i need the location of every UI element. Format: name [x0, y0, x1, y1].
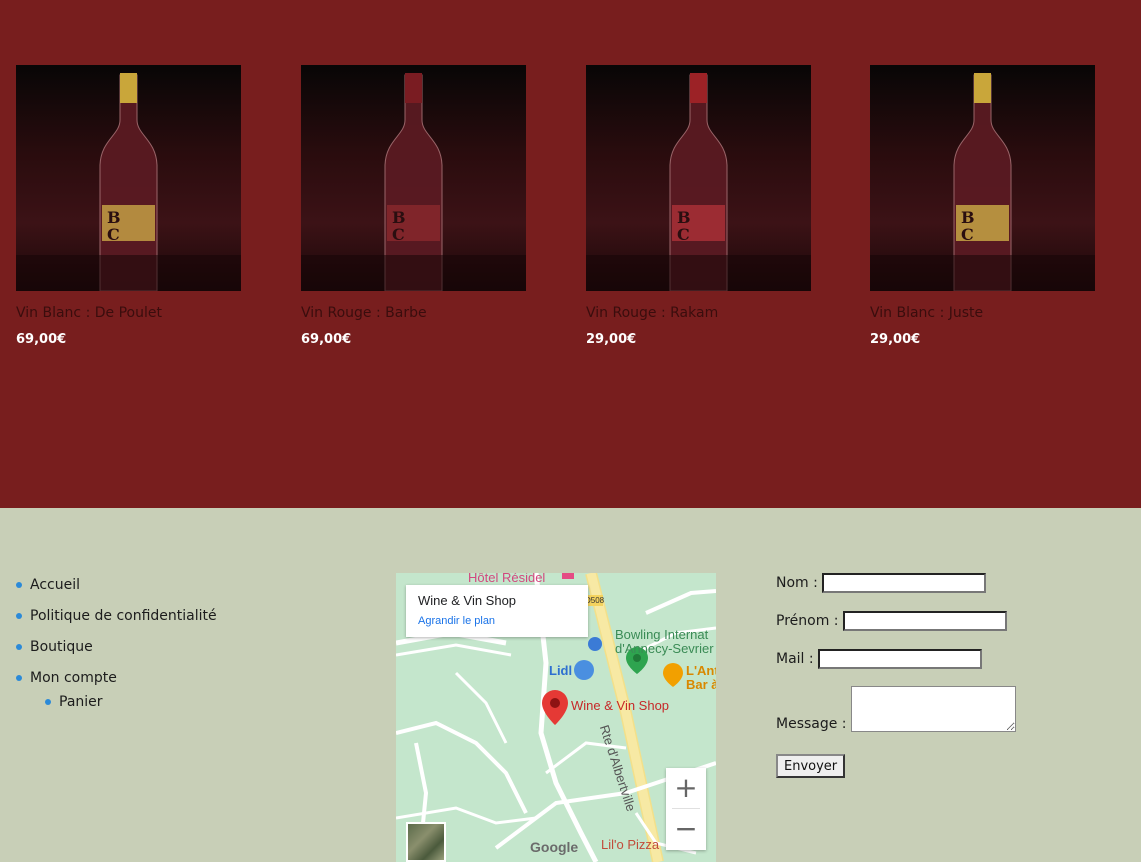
map-label-bowling-1: Bowling Internat — [615, 627, 709, 642]
map-label-bar-1: L'Ant — [686, 663, 716, 678]
map-label-pizza: Lil'o Pizza — [601, 837, 660, 852]
bottle-shadow — [301, 255, 526, 291]
product-card[interactable]: BC Vin Rouge : Barbe 69,00€ — [301, 65, 526, 347]
nav-item-mon-compte: Mon compte Panier — [16, 668, 217, 712]
enlarge-map-link[interactable]: Agrandir le plan — [418, 615, 495, 627]
map-zoom-controls: + − — [666, 768, 706, 850]
map-card-title: Wine & Vin Shop — [418, 593, 517, 608]
bottle-capsule — [405, 73, 422, 103]
bottle-capsule — [690, 73, 707, 103]
bottle-label-letter: C — [107, 225, 120, 244]
bottle-label-letter: C — [392, 225, 405, 244]
product-image[interactable]: BC — [870, 65, 1095, 291]
product-card[interactable]: BC Vin Rouge : Rakam 29,00€ — [586, 65, 811, 347]
product-name[interactable]: Vin Blanc : Juste — [870, 305, 1095, 321]
product-grid: BC Vin Blanc : De Poulet 69,00€ BC Vin R… — [0, 0, 1141, 508]
bottle-label-letter: C — [961, 225, 974, 244]
product-image[interactable]: BC — [16, 65, 241, 291]
nav-item-politique: Politique de confidentialité — [16, 606, 217, 626]
envoyer-button[interactable]: Envoyer — [776, 754, 846, 778]
nom-input[interactable] — [822, 573, 987, 593]
map-label-lidl: Lidl — [549, 663, 573, 678]
nom-label: Nom : — [776, 575, 818, 591]
satellite-toggle[interactable] — [406, 822, 446, 862]
product-price: 29,00€ — [586, 332, 637, 347]
nav-link-mon-compte[interactable]: Mon compte — [30, 670, 117, 686]
product-name[interactable]: Vin Rouge : Barbe — [301, 305, 526, 321]
mail-label: Mail : — [776, 651, 814, 667]
product-image[interactable]: BC — [301, 65, 526, 291]
prenom-label: Prénom : — [776, 613, 839, 629]
zoom-in-button[interactable]: + — [666, 768, 706, 808]
nom-row: Nom : — [776, 573, 987, 593]
product-image[interactable]: BC — [586, 65, 811, 291]
product-price: 29,00€ — [870, 332, 921, 347]
message-label: Message : — [776, 716, 847, 732]
product-price: 69,00€ — [301, 332, 352, 347]
product-card[interactable]: BC Vin Blanc : De Poulet 69,00€ — [16, 65, 241, 347]
mail-input[interactable] — [818, 649, 983, 669]
nav-item-boutique: Boutique — [16, 637, 217, 657]
google-map[interactable]: Hôtel Résidel D508 Bowling Internat d'An… — [396, 573, 716, 862]
google-logo: Google — [530, 839, 579, 855]
nav-link-accueil[interactable]: Accueil — [30, 577, 80, 593]
nav-item-panier: Panier — [45, 692, 217, 712]
message-row: Message : — [776, 686, 1016, 732]
footer-navigation: Accueil Politique de confidentialité Bou… — [16, 575, 217, 723]
nav-link-politique[interactable]: Politique de confidentialité — [30, 608, 217, 624]
prenom-input[interactable] — [842, 611, 1007, 631]
map-label-shop[interactable]: Wine & Vin Shop — [571, 698, 669, 713]
bottle-label-letter: C — [677, 225, 690, 244]
mail-row: Mail : — [776, 649, 983, 669]
nav-item-accueil: Accueil — [16, 575, 217, 595]
wine-bottle-icon: BC — [586, 73, 811, 291]
wine-bottle-icon: BC — [301, 73, 526, 291]
message-textarea[interactable] — [850, 686, 1016, 732]
bottle-capsule — [974, 73, 991, 103]
prenom-row: Prénom : — [776, 611, 1007, 631]
product-price: 69,00€ — [16, 332, 67, 347]
map-label-bowling-2: d'Annecy-Sevrier — [615, 641, 714, 656]
product-name[interactable]: Vin Blanc : De Poulet — [16, 305, 241, 321]
nav-link-panier[interactable]: Panier — [59, 694, 103, 710]
product-card[interactable]: BC Vin Blanc : Juste 29,00€ — [870, 65, 1095, 347]
bottle-shadow — [870, 255, 1095, 291]
bottle-shadow — [586, 255, 811, 291]
product-name[interactable]: Vin Rouge : Rakam — [586, 305, 811, 321]
map-place-card: Wine & Vin Shop Agrandir le plan — [406, 585, 588, 637]
wine-bottle-icon: BC — [870, 73, 1095, 291]
zoom-out-button[interactable]: − — [666, 809, 706, 849]
nav-link-boutique[interactable]: Boutique — [30, 639, 93, 655]
map-label-bar-2: Bar à — [686, 677, 716, 692]
wine-bottle-icon: BC — [16, 73, 241, 291]
bottle-shadow — [16, 255, 241, 291]
bottle-capsule — [120, 73, 137, 103]
map-label-hotel: Hôtel Résidel — [468, 573, 546, 585]
